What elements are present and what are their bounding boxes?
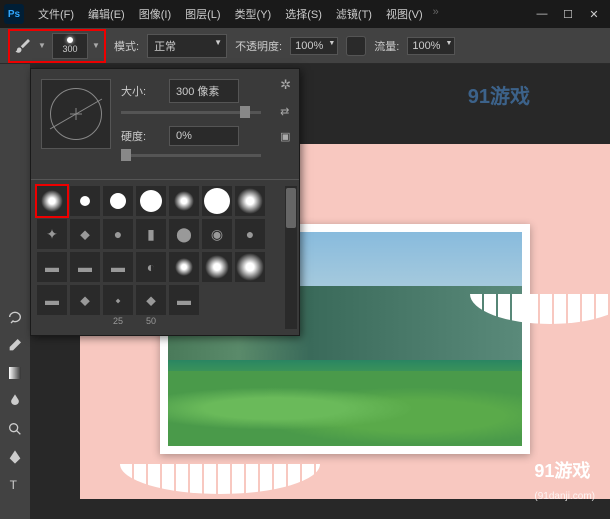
flow-input[interactable]: 100% — [407, 37, 455, 55]
panel-top: 大小: 300 像素 硬度: 0% — [31, 69, 299, 179]
pen-tool-icon[interactable] — [3, 445, 27, 469]
flow-label: 流量: — [374, 38, 399, 54]
brush-preset-hard[interactable] — [70, 186, 100, 216]
brush-preset-panel: ✲ ⇄ ▣ 大小: 300 像素 硬度: 0% — [30, 68, 300, 336]
brush-presets-grid: ✦ ⬥ ● ▮ ⬤ ◉ ● ▬ ▬ ▬ ◐ ▬ ⬥ ⬩25 ⬥50 ▬ — [31, 179, 299, 335]
main-menu: 文件(F) 编辑(E) 图像(I) 图层(L) 类型(Y) 选择(S) 滤镜(T… — [32, 2, 530, 26]
size-label: 大小: — [121, 83, 161, 99]
brush-preset-soft[interactable] — [235, 252, 265, 282]
brush-preset[interactable]: ▬ — [70, 252, 100, 282]
brush-preset-soft[interactable] — [169, 186, 199, 216]
titlebar: Ps 文件(F) 编辑(E) 图像(I) 图层(L) 类型(Y) 选择(S) 滤… — [0, 0, 610, 28]
brush-preset-soft[interactable] — [37, 186, 67, 216]
brush-preset[interactable]: ▬ — [37, 285, 67, 315]
gradient-tool-icon[interactable] — [3, 361, 27, 385]
hardness-input[interactable]: 0% — [169, 126, 239, 146]
panel-menu-icons: ✲ ⇄ ▣ — [280, 77, 291, 143]
options-bar: ▼ 300 ▼ 模式: 正常 不透明度: 100% 流量: 100% — [0, 28, 610, 64]
brush-preset[interactable]: ✦ — [37, 219, 67, 249]
brush-preset-picker[interactable]: 300 — [52, 33, 88, 59]
opacity-pressure-icon[interactable] — [346, 36, 366, 56]
brush-preset[interactable]: ⬥ — [70, 219, 100, 249]
opacity-label: 不透明度: — [235, 38, 282, 54]
menu-edit[interactable]: 编辑(E) — [82, 2, 131, 26]
scroll-thumb[interactable] — [286, 188, 296, 228]
menu-filter[interactable]: 滤镜(T) — [330, 2, 378, 26]
hardness-label: 硬度: — [121, 128, 161, 144]
brush-preset[interactable]: ◉ — [202, 219, 232, 249]
svg-text:T: T — [10, 478, 18, 492]
watermark-url: (91danji.com) — [534, 491, 595, 502]
blur-tool-icon[interactable] — [3, 389, 27, 413]
brush-angle-control[interactable] — [41, 79, 111, 149]
brush-preset[interactable]: ▬ — [169, 285, 199, 315]
type-tool-icon[interactable]: T — [3, 473, 27, 497]
minimize-button[interactable]: — — [530, 5, 554, 23]
menu-overflow[interactable]: » — [431, 2, 441, 26]
flip-icon[interactable]: ⇄ — [280, 105, 291, 118]
watermark-bottom: 91游戏 (91danji.com) — [534, 457, 595, 504]
brush-preset[interactable]: ▬ — [103, 252, 133, 282]
brush-preset[interactable]: ▬ — [37, 252, 67, 282]
brush-preset[interactable]: ⬥50 — [136, 285, 166, 315]
menu-image[interactable]: 图像(I) — [133, 2, 177, 26]
lasso-tool-icon[interactable] — [3, 305, 27, 329]
brush-preset-hard[interactable] — [136, 186, 166, 216]
menu-select[interactable]: 选择(S) — [279, 2, 328, 26]
dodge-tool-icon[interactable] — [3, 417, 27, 441]
hardness-slider[interactable] — [121, 154, 261, 157]
new-preset-icon[interactable]: ▣ — [280, 130, 291, 143]
watermark-main: 91游戏 — [534, 461, 590, 481]
preset-size-label: 50 — [146, 316, 156, 326]
eraser-tool-icon[interactable] — [3, 333, 27, 357]
brush-size-number: 300 — [62, 44, 77, 54]
crosshair-icon — [72, 110, 80, 118]
mode-label: 模式: — [114, 38, 139, 54]
brush-preset[interactable]: ● — [235, 219, 265, 249]
watermark-top: 91游戏 — [468, 80, 530, 109]
size-slider[interactable] — [121, 111, 261, 114]
brush-preset-soft[interactable] — [169, 252, 199, 282]
brush-preset-hard[interactable] — [103, 186, 133, 216]
close-button[interactable]: ✕ — [582, 5, 606, 23]
brush-preset[interactable]: ⬤ — [169, 219, 199, 249]
tools-panel: T — [0, 64, 30, 519]
blend-mode-select[interactable]: 正常 — [147, 34, 227, 58]
opacity-input[interactable]: 100% — [290, 37, 338, 55]
menu-file[interactable]: 文件(F) — [32, 2, 80, 26]
menu-view[interactable]: 视图(V) — [380, 2, 429, 26]
menu-type[interactable]: 类型(Y) — [229, 2, 278, 26]
brush-preset[interactable]: ⬥ — [70, 285, 100, 315]
app-logo: Ps — [4, 4, 24, 24]
size-input[interactable]: 300 像素 — [169, 79, 239, 103]
maximize-button[interactable]: ☐ — [556, 5, 580, 23]
window-controls: — ☐ ✕ — [530, 5, 606, 23]
menu-layer[interactable]: 图层(L) — [179, 2, 226, 26]
brush-tool-icon[interactable] — [12, 35, 34, 57]
brush-preset[interactable]: ⬩25 — [103, 285, 133, 315]
brush-preset-hard[interactable] — [202, 186, 232, 216]
gear-icon[interactable]: ✲ — [280, 77, 291, 93]
preset-dropdown-arrow[interactable]: ▼ — [92, 41, 102, 50]
brush-preset-soft[interactable] — [235, 186, 265, 216]
brush-preset[interactable]: ◐ — [136, 252, 166, 282]
brush-preset[interactable]: ▮ — [136, 219, 166, 249]
brush-dropdown-arrow[interactable]: ▼ — [38, 41, 48, 50]
highlighted-brush-controls: ▼ 300 ▼ — [8, 29, 106, 63]
brush-preset-soft[interactable] — [202, 252, 232, 282]
preset-scrollbar[interactable] — [285, 186, 297, 329]
brush-preview-dot — [67, 37, 73, 43]
preset-size-label: 25 — [113, 316, 123, 326]
panel-controls: 大小: 300 像素 硬度: 0% — [121, 79, 289, 169]
brush-preset[interactable]: ● — [103, 219, 133, 249]
